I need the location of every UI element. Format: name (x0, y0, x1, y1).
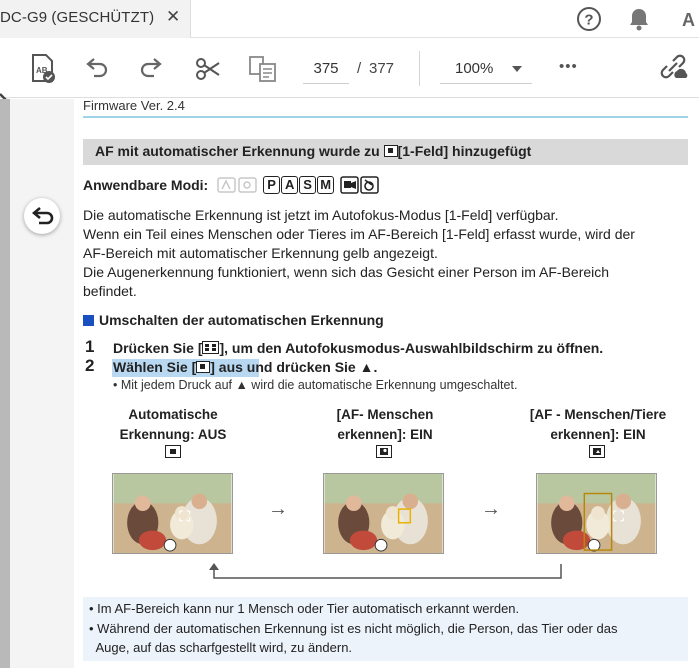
step-1-post: ], um den Autofokusmodus-Auswahlbildschi… (219, 340, 604, 356)
heading-text-pre: AF mit automatischer Erkennung wurde zu (95, 143, 384, 159)
sample-photo-human-detect (323, 473, 444, 554)
note-line: • Im AF-Bereich kann nur 1 Mensch oder T… (89, 601, 520, 616)
step-2-mid: ] aus (210, 359, 243, 375)
close-tab-icon[interactable]: ✕ (166, 7, 180, 27)
step-number: 2 (85, 356, 95, 375)
toolbar-divider (419, 51, 420, 86)
section-bullet (83, 315, 94, 326)
arrow-right-icon: → (481, 498, 501, 520)
side-rail (10, 99, 74, 668)
tab-title: DC-G9 (GESCHÜTZT) (0, 9, 155, 26)
step-2-note: • Mit jedem Druck auf ▲ wird die automat… (113, 378, 518, 392)
mode-s-icon: S (299, 176, 317, 194)
caption-line: erkennen]: EIN (337, 427, 433, 442)
step-1-text: Drücken Sie [ ], um den Autofokusmodus-Au… (113, 340, 603, 356)
modes-label: Anwendbare Modi: (83, 177, 209, 193)
share-link-icon[interactable] (656, 52, 690, 84)
body-paragraph-line: Wenn ein Teil eines Menschen oder Tieres… (83, 226, 635, 242)
extract-pages-icon[interactable] (248, 54, 278, 84)
heading-text-post: [1-Feld] hinzugefügt (397, 143, 532, 159)
mode-a-icon: A (281, 176, 299, 194)
af-human-icon (376, 445, 392, 458)
tab-bar: DC-G9 (GESCHÜTZT) ✕ ? A (0, 0, 699, 38)
page-separator: / (357, 60, 362, 77)
step-2-pre: Wählen Sie [ (113, 359, 197, 375)
font-icon-label: A (682, 10, 695, 30)
arrow-right-icon: → (268, 498, 288, 520)
body-paragraph-line: AF-Bereich mit automatischer Erkennung g… (83, 245, 438, 261)
caption-detection-off: Automatische Erkennung: AUS (104, 405, 242, 445)
step-2-text: Wählen Sie [ ] aus und drücken Sie ▲. (113, 359, 377, 375)
caption-human-detect: [AF- Menschen erkennen]: EIN (305, 405, 465, 445)
note-line: Auge, auf das scharfgestellt wird, zu än… (89, 640, 353, 655)
one-area-af-icon (196, 361, 211, 373)
sample-photo-detection-off (112, 473, 233, 554)
note-line: • Während der automatischen Erkennung is… (89, 621, 618, 636)
redo-icon[interactable] (138, 55, 166, 83)
zoom-select[interactable]: 100% (440, 53, 532, 84)
applicable-modes-row: Anwendbare Modi: PASM (83, 175, 380, 195)
mode-p-icon: P (263, 176, 281, 194)
step-1-pre: Drücken Sie [ (113, 340, 203, 356)
document-tab[interactable]: DC-G9 (GESCHÜTZT) ✕ (0, 0, 191, 38)
firmware-version: Firmware Ver. 2.4 (83, 98, 185, 113)
section-heading: AF mit automatischer Erkennung wurde zu … (95, 143, 531, 159)
return-arrow-icon (209, 563, 562, 579)
intelligent-auto-mode-icons (216, 177, 257, 193)
af-off-icon (165, 445, 181, 458)
bell-icon[interactable] (625, 5, 653, 33)
step-number: 1 (85, 337, 95, 356)
chevron-down-icon (512, 66, 522, 72)
af-human-animal-icon (589, 445, 605, 458)
undo-icon[interactable] (82, 55, 110, 83)
caption-line: [AF- Menschen (336, 407, 434, 422)
body-paragraph-line: Die Augenerkennung funktioniert, wenn si… (83, 264, 610, 280)
left-scroll-rail[interactable] (0, 99, 10, 668)
caption-line: Erkennung: AUS (119, 427, 227, 442)
subsection-title: Umschalten der automatischen Erkennung (99, 312, 384, 328)
scissors-icon[interactable] (194, 55, 222, 83)
af-mode-button-icon (202, 341, 220, 354)
caption-human-animal-detect: [AF - Menschen/Tiere erkennen]: EIN (510, 405, 686, 445)
more-options-icon[interactable]: ••• (559, 58, 578, 75)
zoom-value: 100% (455, 60, 494, 77)
header-rule (83, 116, 688, 118)
page-number-input[interactable] (303, 53, 349, 84)
mode-m-icon: M (317, 176, 335, 194)
page-total: 377 (369, 60, 395, 77)
body-paragraph-line: befindet. (83, 283, 137, 299)
caption-line: erkennen]: EIN (550, 427, 646, 442)
video-creative-mode-icons (339, 176, 379, 194)
caption-line: [AF - Menschen/Tiere (529, 407, 667, 422)
caption-line: Automatische (128, 407, 218, 422)
body-paragraph-line: Die automatische Erkennung ist jetzt im … (83, 207, 559, 223)
sample-photo-human-animal-detect (536, 473, 657, 554)
accessibility-check-icon[interactable]: AB (28, 53, 58, 85)
help-icon[interactable]: ? (575, 5, 603, 33)
step-2-post: und drücken Sie ▲. (242, 359, 378, 375)
back-icon[interactable] (24, 198, 60, 234)
one-area-af-icon (383, 145, 398, 157)
font-settings-icon[interactable]: A (676, 5, 699, 33)
svg-text:?: ? (584, 12, 593, 29)
